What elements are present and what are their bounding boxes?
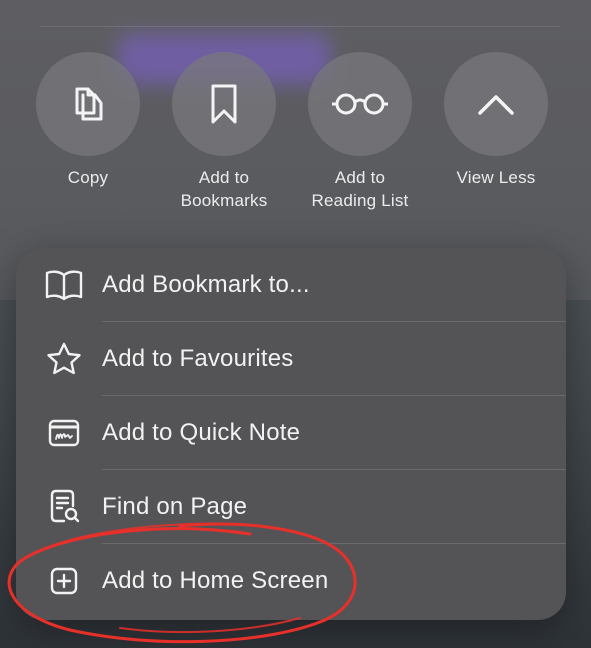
glasses-icon <box>332 93 388 115</box>
menu-label: Add to Home Screen <box>102 567 329 594</box>
menu-label: Add to Favourites <box>102 345 294 372</box>
reading-list-circle[interactable] <box>308 52 412 156</box>
menu-label: Add Bookmark to... <box>102 271 310 298</box>
add-to-reading-list-button[interactable]: Add to Reading List <box>308 52 412 212</box>
view-less-label: View Less <box>456 168 536 187</box>
add-square-icon <box>44 561 84 601</box>
menu-label: Find on Page <box>102 493 248 520</box>
add-to-bookmarks-button[interactable]: Add to Bookmarks <box>172 52 276 212</box>
divider <box>40 26 560 27</box>
book-icon <box>44 265 84 305</box>
menu-item-add-to-quick-note[interactable]: Add to Quick Note <box>16 396 566 470</box>
chevron-up-icon <box>478 95 514 115</box>
copy-circle[interactable] <box>36 52 140 156</box>
reading-list-label: Add to Reading List <box>311 168 409 210</box>
bookmark-icon <box>211 84 237 124</box>
view-less-circle[interactable] <box>444 52 548 156</box>
view-less-button[interactable]: View Less <box>444 52 548 189</box>
quick-note-icon <box>44 413 84 453</box>
menu-item-find-on-page[interactable]: Find on Page <box>16 470 566 544</box>
menu-item-add-to-favourites[interactable]: Add to Favourites <box>16 322 566 396</box>
find-on-page-icon <box>44 487 84 527</box>
copy-icon <box>75 87 103 121</box>
copy-button[interactable]: Copy <box>36 52 140 189</box>
copy-label: Copy <box>67 168 109 187</box>
menu-item-add-bookmark-to[interactable]: Add Bookmark to... <box>16 248 566 322</box>
menu-label: Add to Quick Note <box>102 419 301 446</box>
star-icon <box>44 339 84 379</box>
menu-item-add-to-home-screen[interactable]: Add to Home Screen <box>16 544 566 618</box>
bookmarks-label: Add to Bookmarks <box>180 168 268 210</box>
share-menu: Add Bookmark to... Add to Favourites Add… <box>16 248 566 620</box>
bookmarks-circle[interactable] <box>172 52 276 156</box>
